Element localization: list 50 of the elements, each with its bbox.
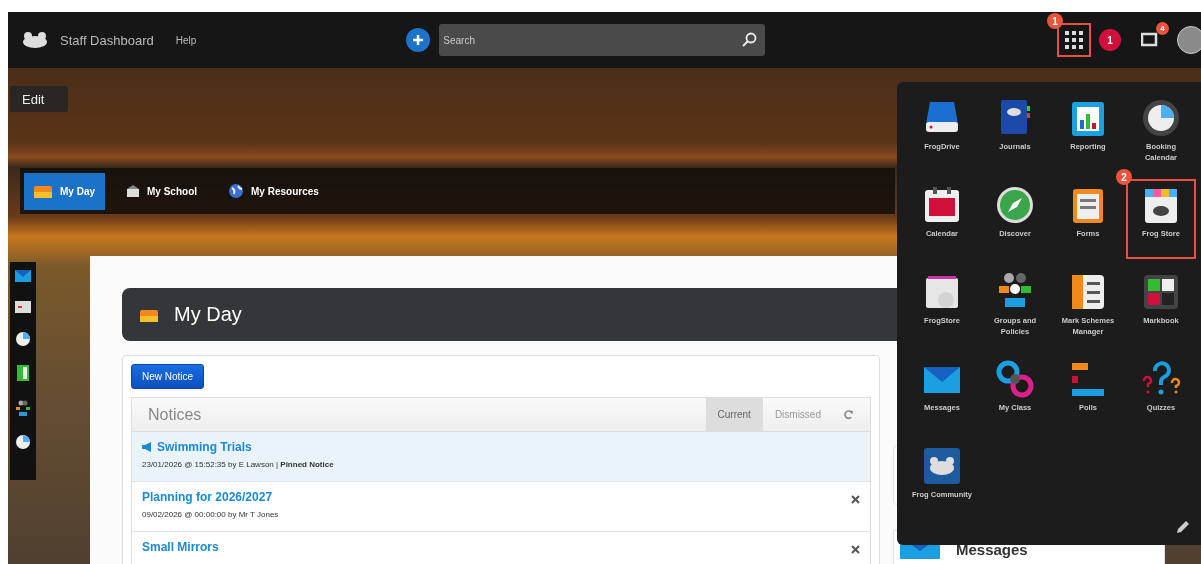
- page-title: My Day: [174, 303, 242, 326]
- close-icon: [851, 545, 860, 554]
- calendar-icon: [922, 185, 962, 225]
- plus-icon: [412, 34, 425, 46]
- new-notice-button[interactable]: New Notice: [131, 364, 205, 389]
- edit-button[interactable]: Edit: [10, 86, 68, 112]
- compass-icon: [995, 185, 1035, 225]
- clock-gear-icon: [1141, 98, 1181, 138]
- apps-button[interactable]: [1057, 23, 1091, 57]
- notice-row[interactable]: Swimming Trials 23/01/2026 @ 15:52:35 by E Lawson | Pinned Notice: [132, 432, 870, 482]
- pencil-icon: [1175, 519, 1191, 535]
- frog-logo-icon: [22, 32, 48, 48]
- refresh-icon: [843, 409, 854, 420]
- add-button[interactable]: [406, 28, 431, 52]
- clock-icon: [16, 332, 30, 346]
- avatar[interactable]: [1177, 26, 1201, 54]
- grade-grid-icon: [1141, 272, 1181, 312]
- notice-title[interactable]: Planning for 2026/2027: [142, 490, 851, 504]
- school-icon: [127, 185, 139, 197]
- help-link[interactable]: Help: [175, 34, 197, 46]
- card-icon: [15, 301, 31, 313]
- frog-icon: [922, 446, 962, 486]
- nav-tab[interactable]: My Resources: [219, 172, 329, 210]
- notice-meta: 23/01/2026 @ 15:52:35 by E Lawson | Pinned Notice: [142, 460, 335, 469]
- chat-icon: [1141, 32, 1159, 48]
- groups-icon: [15, 400, 31, 416]
- close-icon: [851, 495, 860, 504]
- grid-icon: [1065, 31, 1083, 49]
- megaphone-icon: [142, 442, 153, 452]
- nav-tab[interactable]: My School: [117, 172, 208, 210]
- step-marker: 1: [1047, 13, 1063, 29]
- notices-tab[interactable]: Current: [705, 398, 763, 431]
- toolbox-icon: [140, 307, 158, 322]
- envelope-icon: [15, 270, 31, 282]
- sheet-icon: [17, 365, 29, 381]
- clock-icon: [16, 435, 30, 449]
- nav-tab[interactable]: My Day: [24, 172, 105, 210]
- step-marker: 2: [1116, 169, 1132, 185]
- toolbox-icon: [34, 184, 52, 198]
- messages-title: Messages: [956, 541, 1028, 558]
- class-rings-icon: [995, 359, 1035, 399]
- message-count: 4: [1156, 22, 1169, 35]
- search-icon: [741, 32, 758, 48]
- site-title[interactable]: Staff Dashboard: [60, 32, 154, 48]
- notice-meta: 09/02/2026 @ 00:00:00 by Mr T Jones: [142, 510, 280, 519]
- notification-count[interactable]: 1: [1099, 29, 1121, 51]
- globe-icon: [229, 184, 244, 198]
- search-field[interactable]: Search: [439, 24, 766, 56]
- notices-title: Notices: [148, 405, 202, 424]
- notice-title[interactable]: Small Mirrors: [142, 540, 851, 554]
